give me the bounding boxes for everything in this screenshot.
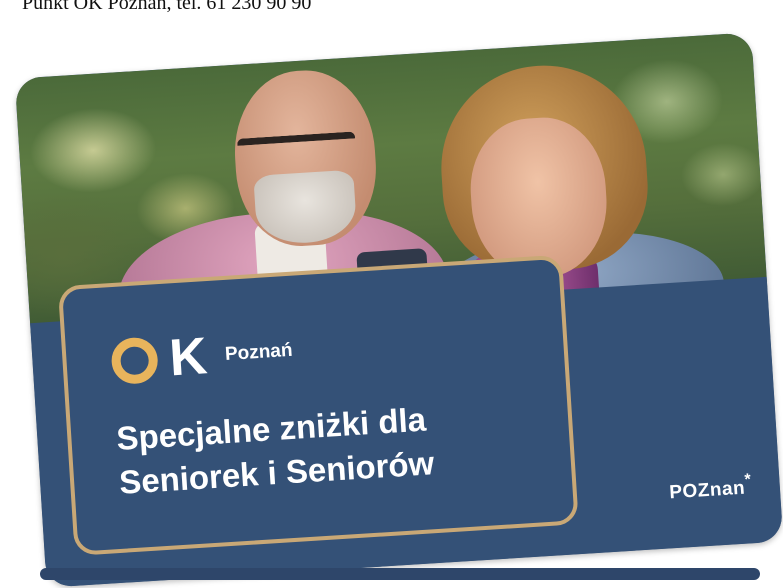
brand-city: Poznań bbox=[224, 339, 294, 365]
caption-text: Punkt OK Poznań, tel. 61 230 90 90 bbox=[22, 0, 312, 14]
senior-discount-card: K Poznań Specjalne zniżki dla Seniorek i… bbox=[14, 32, 783, 588]
ok-o-icon bbox=[110, 336, 160, 386]
glasses bbox=[236, 131, 358, 176]
next-card-edge bbox=[40, 568, 760, 580]
poznan-logo-text: POZnan bbox=[668, 477, 746, 504]
ok-poznan-logo: K Poznań bbox=[110, 326, 294, 387]
gold-frame: K Poznań Specjalne zniżki dla Seniorek i… bbox=[57, 254, 579, 556]
poznan-logo-star-icon: * bbox=[744, 471, 752, 489]
headline: Specjalne zniżki dla Seniorek i Seniorów bbox=[115, 400, 436, 501]
ok-k-letter: K bbox=[167, 327, 209, 388]
